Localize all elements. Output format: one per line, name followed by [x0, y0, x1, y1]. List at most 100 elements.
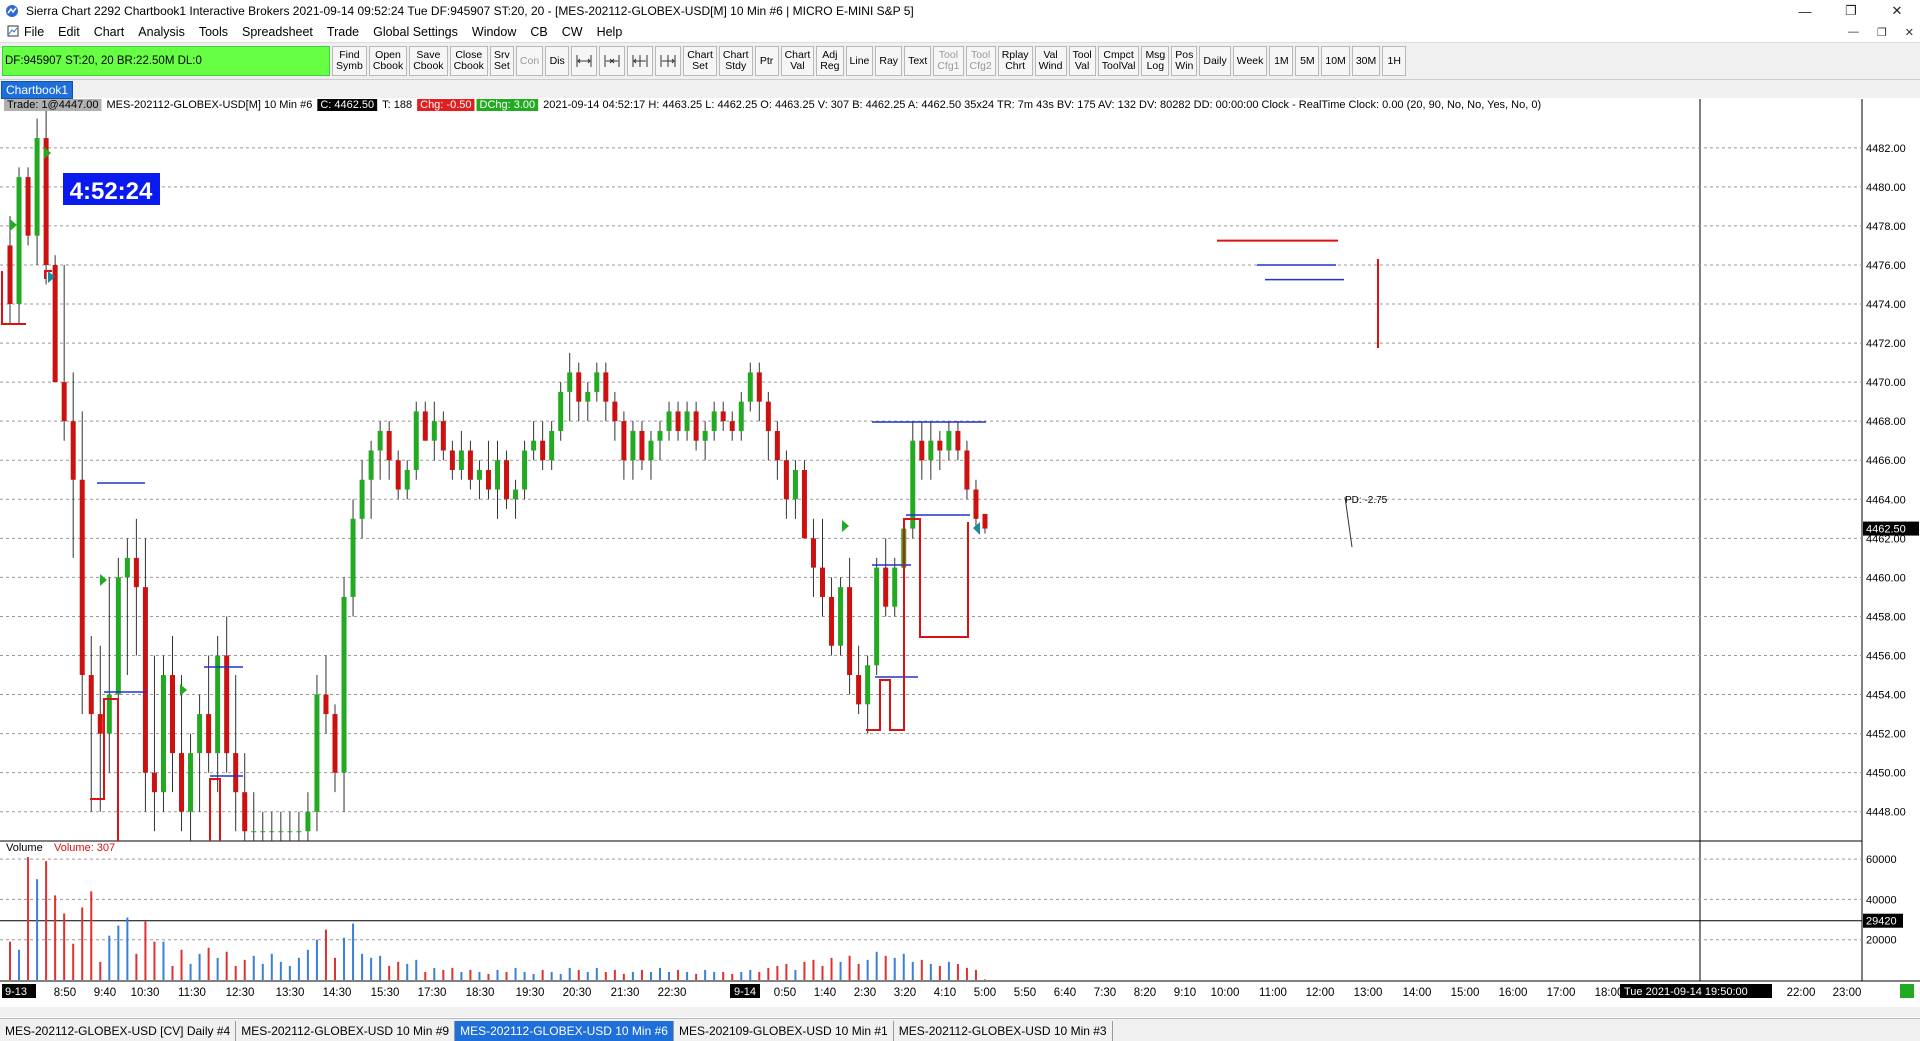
scale-contract-icon[interactable]	[599, 46, 626, 76]
menu-global-settings[interactable]: Global Settings	[366, 25, 465, 39]
toolbar-button-ptr[interactable]: Ptr	[754, 46, 779, 76]
toolbar-button-adjreg[interactable]: Adj Reg	[816, 46, 844, 76]
toolbar-button-toolcfg1[interactable]: Tool Cfg1	[933, 46, 964, 76]
mdi-restore-button[interactable]: ❐	[1877, 26, 1887, 39]
horizontal-scrollbar[interactable]	[0, 1007, 1920, 1017]
toolbar-button-srvset[interactable]: Srv Set	[489, 46, 514, 76]
time-tick-label: 15:30	[371, 987, 400, 999]
menu-chart[interactable]: Chart	[87, 25, 132, 39]
toolbar-button-10m[interactable]: 10M	[1321, 46, 1350, 76]
toolbar-button-closecbook[interactable]: Close Cbook	[449, 46, 488, 76]
toolbar-button-msglog[interactable]: Msg Log	[1141, 46, 1170, 76]
tab-mes-10min-9[interactable]: MES-202112-GLOBEX-USD 10 Min #9	[236, 1021, 456, 1041]
toolbar-button-sublabel: Cbook	[413, 60, 444, 72]
toolbar-button-findsymb[interactable]: Find Symb	[332, 46, 367, 76]
toolbar-button-text[interactable]: Text	[904, 46, 932, 76]
toolbar-button-chartval[interactable]: Chart Val	[780, 46, 815, 76]
time-tick-label: 22:00	[1787, 987, 1816, 999]
tab-mes-202109-10min-1[interactable]: MES-202109-GLOBEX-USD 10 Min #1	[674, 1021, 894, 1041]
tab-mes-10min-6[interactable]: MES-202112-GLOBEX-USD 10 Min #6	[455, 1021, 674, 1041]
toolbar-button-sublabel: Cbook	[453, 60, 484, 72]
zoom-in-icon[interactable]	[627, 46, 654, 76]
toolbar-button-label: Week	[1236, 54, 1264, 67]
toolbar-button-sublabel: ToolVal	[1101, 60, 1136, 72]
scale-expand-icon[interactable]	[571, 46, 598, 76]
menu-label: Chart	[93, 25, 125, 39]
toolbar-button-30m[interactable]: 30M	[1351, 46, 1381, 76]
toolbar-button-valwind[interactable]: Val Wind	[1034, 46, 1067, 76]
toolbar-button-savecbook[interactable]: Save Cbook	[409, 46, 448, 76]
close-button[interactable]: ✕	[1874, 0, 1920, 22]
toolbar-button-1m[interactable]: 1M	[1269, 46, 1294, 76]
time-tick-label: 15:00	[1451, 987, 1480, 999]
time-tick-label: 3:20	[894, 987, 916, 999]
menu-edit[interactable]: Edit	[51, 25, 87, 39]
time-tick-label: 18:30	[466, 987, 495, 999]
maximize-button[interactable]: ❐	[1828, 0, 1874, 22]
toolbar-button-chartset[interactable]: Chart Set	[683, 46, 717, 76]
time-tick-label: 13:00	[1354, 987, 1383, 999]
toolbar-button-con[interactable]: Con	[515, 46, 544, 76]
toolbar-button-label: 1H	[1387, 54, 1401, 67]
mdi-close-button[interactable]: ✕	[1905, 26, 1914, 39]
tab-mes-daily[interactable]: MES-202112-GLOBEX-USD [CV] Daily #4	[0, 1021, 237, 1041]
menu-analysis[interactable]: Analysis	[131, 25, 192, 39]
menu-file[interactable]: File	[0, 25, 51, 40]
time-tick-label: 17:00	[1547, 987, 1576, 999]
zoom-out-icon[interactable]	[655, 46, 682, 76]
time-tick-label: 10:30	[131, 987, 160, 999]
toolbar-button-week[interactable]: Week	[1232, 46, 1268, 76]
candle-body	[820, 567, 825, 597]
menu-spreadsheet[interactable]: Spreadsheet	[235, 25, 320, 39]
menu-help[interactable]: Help	[590, 25, 630, 39]
price-tick-label: 4454.00	[1866, 690, 1906, 702]
chartbook-tab[interactable]: Chartbook1	[1, 81, 74, 99]
candle-body	[16, 177, 22, 305]
toolbar-button-ray[interactable]: Ray	[875, 46, 903, 76]
candle-body	[151, 772, 157, 793]
candle-body	[305, 811, 311, 832]
toolbar-button-toolval[interactable]: Tool Val	[1068, 46, 1096, 76]
toolbar-button-toolcfg2[interactable]: Tool Cfg2	[965, 46, 996, 76]
chart-window-icon	[7, 25, 19, 40]
toolbar-button-chartstdy[interactable]: Chart Stdy	[718, 46, 753, 76]
time-tick-label: 12:00	[1306, 987, 1335, 999]
toolbar-button-daily[interactable]: Daily	[1199, 46, 1231, 76]
candle-body	[115, 577, 121, 695]
toolbar-button-sublabel: Chrt	[1005, 60, 1026, 72]
candle-body	[413, 411, 419, 470]
candle-body	[883, 567, 889, 607]
candle-body	[314, 694, 320, 812]
menu-cw[interactable]: CW	[555, 25, 590, 39]
tab-mes-10min-3[interactable]: MES-202112-GLOBEX-USD 10 Min #3	[894, 1021, 1113, 1041]
candle-body	[892, 567, 898, 607]
toolbar-button-dis[interactable]: Dis	[545, 46, 570, 76]
toolbar-button-5m[interactable]: 5M	[1295, 46, 1320, 76]
candle-body	[783, 460, 789, 500]
time-tick-label: 9:10	[1174, 987, 1196, 999]
menu-trade[interactable]: Trade	[320, 25, 366, 39]
candle-body	[729, 421, 735, 431]
toolbar-button-poswin[interactable]: Pos Win	[1171, 46, 1198, 76]
candle-body	[792, 470, 798, 500]
toolbar-button-line[interactable]: Line	[845, 46, 874, 76]
toolbar-button-1h[interactable]: 1H	[1382, 46, 1407, 76]
price-chart[interactable]: 4482.00 4480.00 4478.00 4476.00 4474.00 4472.…	[0, 98, 1920, 1009]
toolbar-button-sublabel: Cfg1	[937, 60, 960, 72]
toolbar-button-cmpcttoolval[interactable]: Cmpct ToolVal	[1097, 46, 1140, 76]
candle-body	[955, 430, 961, 451]
candle-body	[982, 513, 988, 529]
mdi-minimize-button[interactable]: —	[1848, 26, 1859, 38]
toolbar-button-sublabel: Val	[790, 60, 805, 72]
candle-body	[937, 440, 943, 451]
menu-tools[interactable]: Tools	[192, 25, 235, 39]
chart-area[interactable]: 4482.00 4480.00 4478.00 4476.00 4474.00 4472.…	[0, 98, 1920, 1009]
menu-cb[interactable]: CB	[523, 25, 554, 39]
candle-body	[630, 430, 636, 461]
minimize-button[interactable]: —	[1782, 0, 1828, 22]
menu-label: Edit	[58, 25, 80, 39]
toolbar-button-rplaychrt[interactable]: Rplay Chrt	[997, 46, 1033, 76]
toolbar-button-opencbook[interactable]: Open Cbook	[368, 46, 408, 76]
menu-window[interactable]: Window	[465, 25, 523, 39]
date-marker: 9-13	[5, 986, 27, 998]
